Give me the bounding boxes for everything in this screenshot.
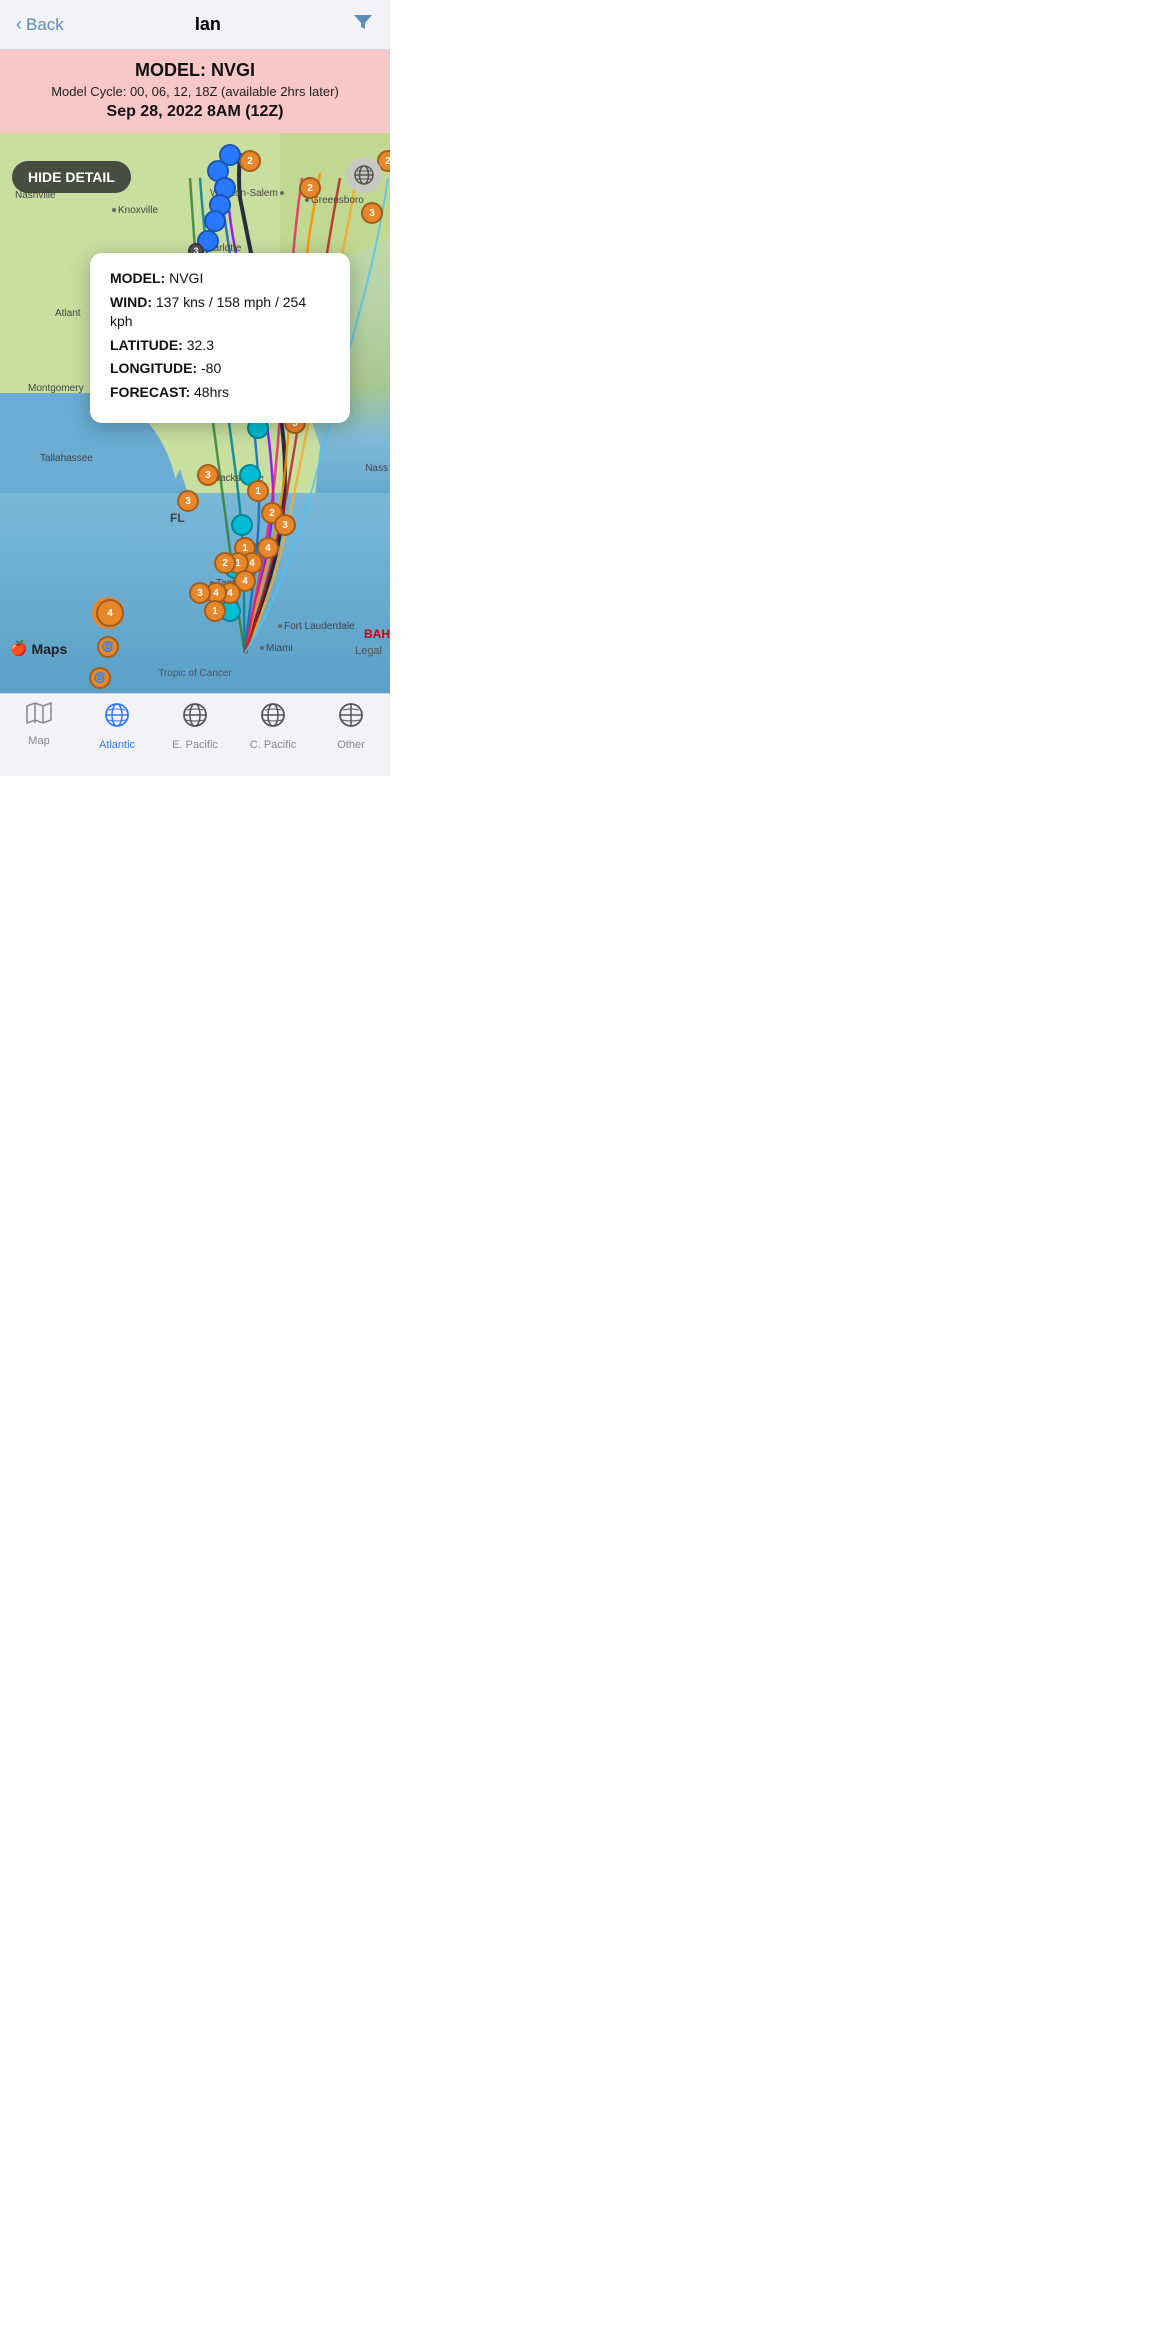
popup-lat-value: 32.3 (187, 337, 214, 353)
tab-epacific[interactable]: E. Pacific (156, 702, 234, 751)
page-title: Ian (195, 14, 221, 35)
popup-model-label: MODEL: (110, 270, 165, 286)
storm-marker: 2 (239, 150, 261, 172)
popup-lat-label: LATITUDE: (110, 337, 183, 353)
model-banner: MODEL: NVGI Model Cycle: 00, 06, 12, 18Z… (0, 50, 390, 133)
globe-atlantic-icon (104, 702, 130, 735)
popup-model-value: NVGI (169, 270, 203, 286)
filter-button[interactable] (352, 11, 374, 39)
popup-forecast-value: 48hrs (194, 384, 229, 400)
funnel-icon (352, 11, 374, 33)
back-button[interactable]: ‹ Back (16, 14, 64, 35)
tab-other-label: Other (337, 739, 365, 751)
popup-latitude: LATITUDE: 32.3 (110, 336, 330, 356)
popup-forecast-label: FORECAST: (110, 384, 190, 400)
storm-marker-orange: 🌀 (89, 667, 111, 689)
storm-marker: 1 (204, 600, 226, 622)
storm-marker: 3 (274, 514, 296, 536)
back-label: Back (26, 15, 64, 35)
storm-marker: 3 (189, 582, 211, 604)
tropic-label: Tropic of Cancer (158, 668, 232, 679)
detail-popup: MODEL: NVGI WIND: 137 kns / 158 mph / 25… (90, 253, 350, 423)
apple-icon: 🍎 (10, 640, 27, 657)
tab-bar: Map Atlantic E. Pacific (0, 693, 390, 776)
globe-icon (353, 164, 375, 186)
popup-forecast: FORECAST: 48hrs (110, 383, 330, 403)
bah-label: BAH (364, 627, 390, 641)
popup-wind-label: WIND: (110, 294, 152, 310)
popup-lon-value: -80 (201, 360, 221, 376)
popup-lon-label: LONGITUDE: (110, 360, 197, 376)
storm-marker: 3 (177, 490, 199, 512)
maps-text: Maps (31, 641, 67, 657)
storm-marker: 1 (247, 480, 269, 502)
model-title: MODEL: NVGI (16, 60, 374, 81)
tab-cpacific-label: C. Pacific (250, 739, 296, 751)
storm-marker: 2 (299, 177, 321, 199)
legal-text[interactable]: Legal (355, 645, 382, 657)
map-container[interactable]: Nashville Knoxville Winston-Salem Greens… (0, 133, 390, 693)
tab-other[interactable]: Other (312, 702, 390, 751)
storm-marker-cyan (231, 514, 253, 536)
storm-symbol-4 (97, 636, 119, 658)
popup-wind: WIND: 137 kns / 158 mph / 254 kph (110, 293, 330, 332)
model-cycle: Model Cycle: 00, 06, 12, 18Z (available … (16, 84, 374, 99)
globe-map-button[interactable] (346, 157, 382, 193)
tab-cpacific[interactable]: C. Pacific (234, 702, 312, 751)
tab-atlantic[interactable]: Atlantic (78, 702, 156, 751)
storm-marker: 2 (214, 552, 236, 574)
tab-epacific-label: E. Pacific (172, 739, 218, 751)
map-icon (26, 702, 52, 731)
globe-epacific-icon (182, 702, 208, 735)
chevron-left-icon: ‹ (16, 14, 22, 35)
tab-atlantic-label: Atlantic (99, 739, 135, 751)
storm-marker: 3 (197, 464, 219, 486)
popup-model: MODEL: NVGI (110, 269, 330, 289)
maps-logo: 🍎 Maps (10, 640, 67, 657)
tab-map[interactable]: Map (0, 702, 78, 747)
model-date: Sep 28, 2022 8AM (12Z) (16, 103, 374, 121)
tab-map-label: Map (28, 735, 49, 747)
storm-marker: 4 (96, 599, 124, 627)
globe-cpacific-icon (260, 702, 286, 735)
storm-marker-blue (204, 210, 226, 232)
popup-longitude: LONGITUDE: -80 (110, 359, 330, 379)
storm-marker: 3 (361, 202, 383, 224)
hide-detail-button[interactable]: HIDE DETAIL (12, 161, 131, 193)
navigation-bar: ‹ Back Ian (0, 0, 390, 50)
globe-other-icon (338, 702, 364, 735)
